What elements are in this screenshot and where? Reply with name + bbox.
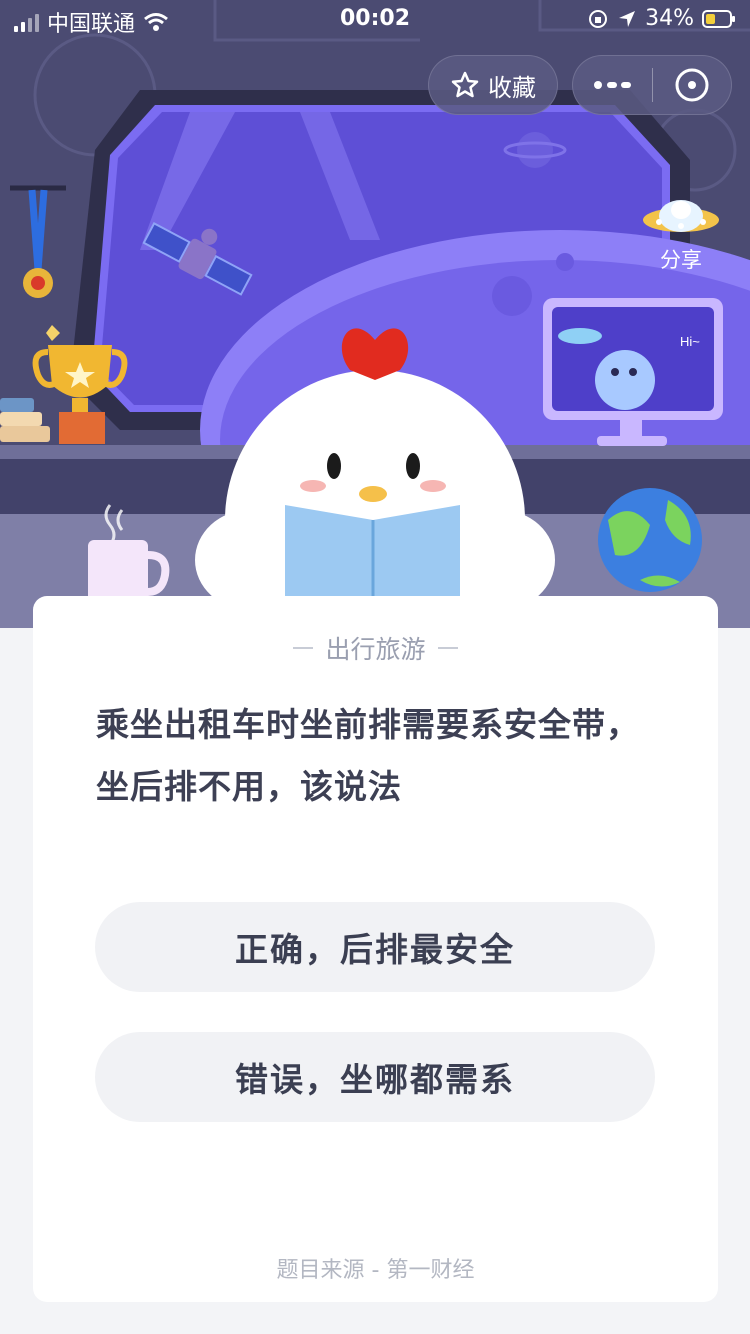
hero-illustration: Hi~ 中国联通 00:02 34% 收藏 分享 xyxy=(0,0,750,628)
answer-option-correct[interactable]: 正确，后排最安全 xyxy=(95,902,655,992)
star-outline-icon xyxy=(451,71,479,98)
orientation-lock-icon xyxy=(589,9,608,28)
battery-percent: 34% xyxy=(645,6,694,31)
category-tag: 出行旅游 xyxy=(33,630,718,666)
favorite-label: 收藏 xyxy=(488,73,536,102)
category-right-dash xyxy=(437,647,458,649)
monitor-hi-text: Hi~ xyxy=(680,334,700,349)
mini-program-capsule xyxy=(572,55,732,115)
question-source: 题目来源 - 第一财经 xyxy=(276,1258,475,1283)
status-bar: 中国联通 00:02 34% xyxy=(0,0,750,40)
close-button[interactable] xyxy=(653,55,732,115)
close-target-icon xyxy=(675,68,709,102)
more-dots-icon xyxy=(594,81,632,89)
category-left-dash xyxy=(293,647,314,649)
share-button[interactable]: 分享 xyxy=(636,180,726,280)
location-arrow-icon xyxy=(619,10,636,27)
more-button[interactable] xyxy=(573,55,652,115)
ufo-share-icon xyxy=(643,200,719,232)
battery-icon xyxy=(702,9,735,28)
question-text: 乘坐出租车时坐前排需要系安全带，坐后排不用，该说法 xyxy=(96,705,640,806)
favorite-button[interactable]: 收藏 xyxy=(428,55,558,115)
question-card: 出行旅游 乘坐出租车时坐前排需要系安全带，坐后排不用，该说法 正确，后排最安全 … xyxy=(33,596,718,1302)
category-label: 出行旅游 xyxy=(325,635,426,664)
answer-option-wrong[interactable]: 错误，坐哪都需系 xyxy=(95,1032,655,1122)
share-label: 分享 xyxy=(660,248,702,272)
